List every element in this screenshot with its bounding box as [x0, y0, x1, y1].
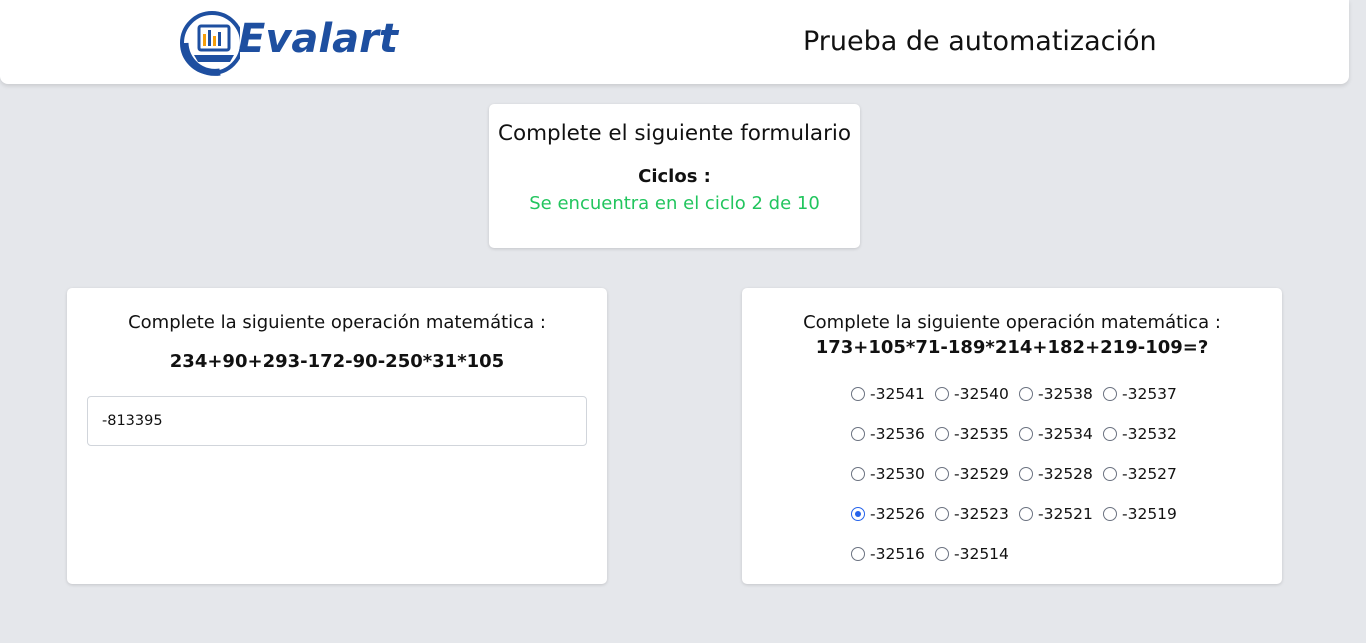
radio-icon[interactable] [851, 427, 865, 441]
form-heading: Complete el siguiente formulario [497, 121, 852, 146]
radio-icon[interactable] [1019, 387, 1033, 401]
option-label: -32535 [954, 425, 1009, 443]
answer-option[interactable]: -32527 [1103, 462, 1187, 486]
answer-option[interactable]: -32528 [1019, 462, 1103, 486]
top-bar: Evalart Prueba de automatización [0, 0, 1349, 84]
question-prompt: Complete la siguiente operación matemáti… [803, 312, 1221, 333]
option-label: -32532 [1122, 425, 1177, 443]
radio-selected-icon[interactable] [851, 507, 865, 521]
cycle-status: Se encuentra en el ciclo 2 de 10 [529, 193, 820, 214]
answer-option[interactable]: -32521 [1019, 502, 1103, 526]
radio-icon[interactable] [935, 507, 949, 521]
option-label: -32534 [1038, 425, 1093, 443]
answer-option[interactable]: -32530 [851, 462, 935, 486]
answer-option[interactable]: -32538 [1019, 382, 1103, 406]
radio-icon[interactable] [935, 547, 949, 561]
option-label: -32536 [870, 425, 925, 443]
answer-option[interactable]: -32535 [935, 422, 1019, 446]
radio-icon[interactable] [1103, 467, 1117, 481]
option-label: -32523 [954, 505, 1009, 523]
option-label: -32538 [1038, 385, 1093, 403]
answer-option[interactable]: -32540 [935, 382, 1019, 406]
radio-icon[interactable] [1019, 507, 1033, 521]
option-label: -32519 [1122, 505, 1177, 523]
answer-option[interactable]: -32537 [1103, 382, 1187, 406]
radio-icon[interactable] [1019, 427, 1033, 441]
radio-icon[interactable] [1103, 427, 1117, 441]
answer-input[interactable] [87, 396, 587, 446]
cycles-label: Ciclos : [638, 166, 711, 187]
radio-icon[interactable] [851, 547, 865, 561]
radio-icon[interactable] [1019, 467, 1033, 481]
radio-icon[interactable] [851, 467, 865, 481]
math-expression: 234+90+293-172-90-250*31*105 [169, 351, 505, 372]
page-title: Prueba de automatización [803, 26, 1157, 57]
option-label: -32537 [1122, 385, 1177, 403]
option-label: -32528 [1038, 465, 1093, 483]
radio-icon[interactable] [935, 387, 949, 401]
option-label: -32516 [870, 545, 925, 563]
option-label: -32541 [870, 385, 925, 403]
answer-option[interactable]: -32519 [1103, 502, 1187, 526]
option-label: -32530 [870, 465, 925, 483]
option-label: -32540 [954, 385, 1009, 403]
answer-option[interactable]: -32514 [935, 542, 1019, 566]
radio-icon[interactable] [851, 387, 865, 401]
answer-option[interactable]: -32516 [851, 542, 935, 566]
text-question-card: Complete la siguiente operación matemáti… [67, 288, 607, 584]
option-label: -32527 [1122, 465, 1177, 483]
answer-option[interactable]: -32529 [935, 462, 1019, 486]
option-label: -32529 [954, 465, 1009, 483]
math-expression: 173+105*71-189*214+182+219-109=? [815, 337, 1209, 358]
answer-option[interactable]: -32536 [851, 422, 935, 446]
logo-emblem-icon [180, 11, 244, 76]
radio-icon[interactable] [935, 467, 949, 481]
logo-text: Evalart [238, 16, 398, 62]
evalart-logo: Evalart [180, 8, 420, 78]
answer-option[interactable]: -32541 [851, 382, 935, 406]
answer-option[interactable]: -32534 [1019, 422, 1103, 446]
answer-option[interactable]: -32523 [935, 502, 1019, 526]
answer-options: -32541 -32540 -32538 -32537 -32536 -32535 -325… [851, 382, 1191, 582]
question-prompt: Complete la siguiente operación matemáti… [128, 312, 546, 333]
radio-icon[interactable] [935, 427, 949, 441]
option-label: -32526 [870, 505, 925, 523]
cycle-card: Complete el siguiente formulario Ciclos … [489, 104, 860, 248]
option-label: -32521 [1038, 505, 1093, 523]
answer-option[interactable]: -32532 [1103, 422, 1187, 446]
radio-icon[interactable] [1103, 387, 1117, 401]
radio-icon[interactable] [1103, 507, 1117, 521]
radio-question-card: Complete la siguiente operación matemáti… [742, 288, 1282, 584]
answer-option[interactable]: -32526 [851, 502, 935, 526]
option-label: -32514 [954, 545, 1009, 563]
